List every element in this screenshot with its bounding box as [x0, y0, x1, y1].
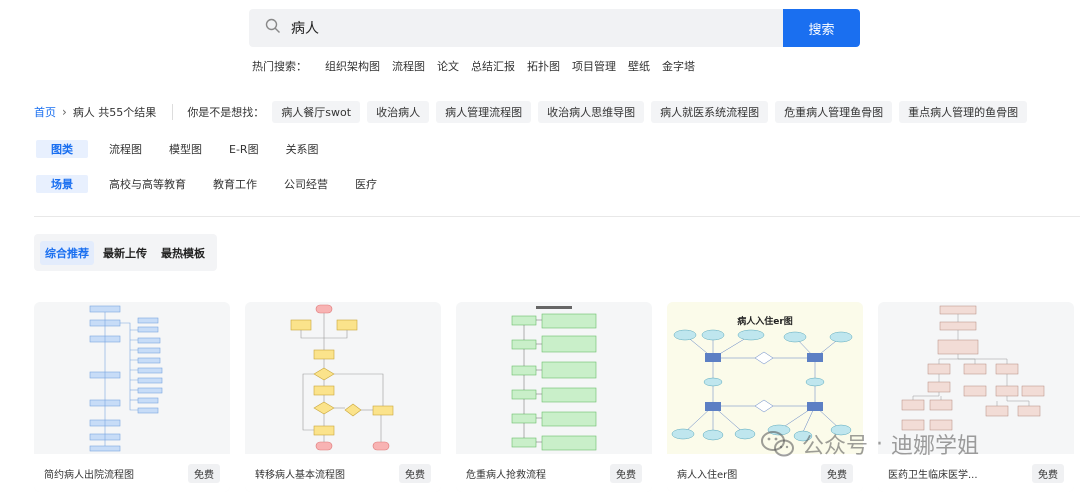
- template-thumbnail: [34, 302, 230, 454]
- page: 搜索 热门搜索： 组织架构图 流程图 论文 总结汇报 拓扑图 项目管理 壁纸 金…: [0, 0, 1080, 492]
- suggest-tag[interactable]: 病人餐厅swot: [272, 101, 361, 123]
- filter-option[interactable]: 高校与高等教育: [109, 176, 186, 192]
- hot-item[interactable]: 项目管理: [572, 58, 616, 74]
- free-badge: 免费: [821, 463, 853, 483]
- card-caption: 病人入住er图 免费: [667, 454, 863, 492]
- suggest-label: 你是不是想找：: [187, 106, 265, 119]
- free-badge: 免费: [1032, 463, 1064, 483]
- filter-option[interactable]: 模型图: [169, 141, 202, 157]
- result-count: 病人 共55个结果: [72, 106, 157, 119]
- card-title: 危重病人抢救流程: [466, 469, 546, 481]
- filter-row-type: 图类 流程图 模型图 E-R图 关系图: [36, 139, 346, 159]
- card-caption: 转移病人基本流程图 免费: [245, 454, 441, 492]
- template-card[interactable]: 转移病人基本流程图 免费: [245, 302, 441, 492]
- thumb-title: 病人入住er图: [737, 315, 793, 327]
- hot-item[interactable]: 组织架构图: [325, 58, 380, 74]
- template-thumbnail: [245, 302, 441, 454]
- hot-searches: 热门搜索： 组织架构图 流程图 论文 总结汇报 拓扑图 项目管理 壁纸 金字塔: [252, 58, 707, 74]
- hot-item[interactable]: 拓扑图: [527, 58, 560, 74]
- tab-hottest[interactable]: 最热模板: [156, 241, 210, 265]
- search-button[interactable]: 搜索: [783, 9, 860, 47]
- card-caption: 简约病人出院流程图 免费: [34, 454, 230, 492]
- suggest-tag[interactable]: 病人管理流程图: [436, 101, 532, 123]
- filter-label-scene: 场景: [36, 175, 88, 193]
- card-caption: 医药卫生临床医学... 免费: [878, 454, 1074, 492]
- template-card[interactable]: 病人入住er图 病人入住er图 免费: [667, 302, 863, 492]
- search-icon: [265, 18, 281, 38]
- free-badge: 免费: [188, 463, 220, 483]
- search-bar: 搜索: [249, 9, 860, 47]
- template-thumbnail: 病人入住er图: [667, 302, 863, 454]
- filter-option[interactable]: 公司经营: [284, 176, 328, 192]
- breadcrumb-home[interactable]: 首页: [34, 104, 56, 120]
- divider: [172, 104, 174, 120]
- filter-option[interactable]: 关系图: [286, 141, 319, 157]
- free-badge: 免费: [610, 463, 642, 483]
- section-divider: [34, 216, 1080, 217]
- hot-item[interactable]: 金字塔: [662, 58, 695, 74]
- chevron-right-icon: ›: [62, 105, 67, 119]
- suggest-tag[interactable]: 重点病人管理的鱼骨图: [899, 101, 1028, 123]
- breadcrumb: 首页 › 病人 共55个结果 你是不是想找： 病人餐厅swot 收治病人 病人管…: [34, 101, 1034, 123]
- search-box[interactable]: [249, 9, 783, 47]
- suggest-tag[interactable]: 收治病人: [367, 101, 430, 123]
- free-badge: 免费: [399, 463, 431, 483]
- card-title: 转移病人基本流程图: [255, 469, 345, 481]
- suggest-tag[interactable]: 收治病人思维导图: [538, 101, 645, 123]
- tab-recommended[interactable]: 综合推荐: [40, 240, 94, 265]
- hot-label: 热门搜索：: [252, 60, 307, 73]
- card-title: 医药卫生临床医学...: [888, 469, 978, 481]
- hot-item[interactable]: 流程图: [392, 58, 425, 74]
- filter-option[interactable]: 流程图: [109, 141, 142, 157]
- hot-item[interactable]: 论文: [437, 58, 459, 74]
- sort-tabs: 综合推荐 最新上传 最热模板: [34, 234, 217, 271]
- suggest-tag[interactable]: 危重病人管理鱼骨图: [775, 101, 893, 123]
- tab-newest[interactable]: 最新上传: [98, 241, 152, 265]
- template-card[interactable]: 危重病人抢救流程 免费: [456, 302, 652, 492]
- card-title: 病人入住er图: [677, 469, 738, 481]
- card-caption: 危重病人抢救流程 免费: [456, 454, 652, 492]
- suggest-tag[interactable]: 病人就医系统流程图: [651, 101, 769, 123]
- template-thumbnail: [456, 302, 652, 454]
- filter-label-type: 图类: [36, 140, 88, 158]
- search-input[interactable]: [291, 20, 771, 36]
- card-title: 简约病人出院流程图: [44, 469, 134, 481]
- template-card[interactable]: 简约病人出院流程图 免费: [34, 302, 230, 492]
- filter-option[interactable]: E-R图: [229, 141, 259, 157]
- filter-row-scene: 场景 高校与高等教育 教育工作 公司经营 医疗: [36, 174, 404, 194]
- filter-option[interactable]: 医疗: [355, 176, 377, 192]
- template-card[interactable]: 医药卫生临床医学... 免费: [878, 302, 1074, 492]
- hot-item[interactable]: 总结汇报: [471, 58, 515, 74]
- hot-item[interactable]: 壁纸: [628, 58, 650, 74]
- template-thumbnail: [878, 302, 1074, 454]
- filter-option[interactable]: 教育工作: [213, 176, 257, 192]
